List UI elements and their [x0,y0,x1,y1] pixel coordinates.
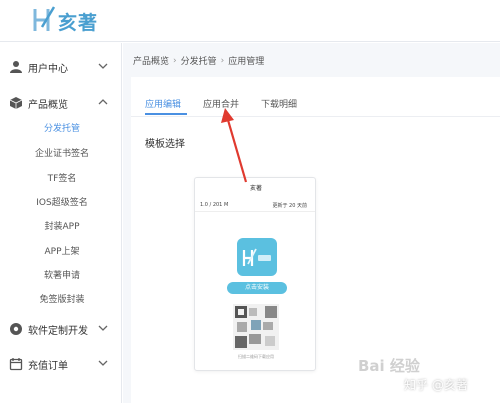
tabs-divider [131,116,500,117]
sidebar-group-label: 用户中心 [28,64,68,75]
qr-hint-text: 扫描二维码下载应用 [238,354,274,359]
breadcrumb: 产品概览 › 分发托管 › 应用管理 [133,54,265,68]
sidebar-group-label: 产品概览 [28,100,68,111]
chevron-down-icon [98,63,108,69]
chevron-up-icon [98,99,108,105]
sidebar-item-copyright[interactable]: 软著申请 [0,264,122,288]
template-preview-card[interactable]: 亥著 1.0 / 201 M 更新于 20 天前 点击安装 扫描二维码下载应用 [194,177,316,371]
sidebar-item-wrap-app[interactable]: 封装APP [0,215,122,239]
sidebar-item-app-listing[interactable]: APP上架 [0,240,122,264]
breadcrumb-item[interactable]: 产品概览 [133,54,169,67]
main-content: 产品概览 › 分发托管 › 应用管理 应用编辑 应用合并 下载明细 模板选择 亥… [123,43,500,403]
divider [195,211,315,212]
calendar-icon [9,358,23,371]
breadcrumb-item[interactable]: 分发托管 [181,54,217,67]
preview-app-title: 亥著 [249,185,262,192]
app-icon [237,238,277,276]
preview-version-size: 1.0 / 201 M [200,202,229,208]
chevron-down-icon [98,360,108,366]
tab-app-merge[interactable]: 应用合并 [203,97,239,110]
preview-updated: 更新于 20 天前 [272,203,307,209]
sidebar-group-label: 软件定制开发 [28,326,88,337]
sidebar-item-distribution[interactable]: 分发托管 [0,117,122,141]
watermark-zhihu: 知乎 @亥著 [404,378,468,392]
cube-icon [9,97,23,109]
sidebar-group-label: 充值订单 [28,361,68,372]
content-panel: 应用编辑 应用合并 下载明细 模板选择 亥著 1.0 / 201 M 更新于 2… [131,77,500,403]
chevron-right-icon: › [220,55,225,66]
section-title: 模板选择 [145,139,185,150]
sidebar: 用户中心 产品概览 分发托管 企业证书签名 TF签名 IOS超级签名 封装APP… [0,43,122,403]
tab-app-edit[interactable]: 应用编辑 [145,97,181,110]
gear-icon [10,323,22,335]
brand-name: 亥著 [58,12,99,34]
sidebar-group-recharge-orders[interactable]: 充值订单 [0,342,122,386]
sidebar-item-tf-sign[interactable]: TF签名 [0,167,122,191]
user-icon [10,61,22,73]
breadcrumb-item: 应用管理 [228,57,265,67]
install-button[interactable]: 点击安装 [227,282,287,294]
chevron-right-icon: › [173,55,177,66]
chevron-down-icon [98,325,108,331]
active-tab-indicator [145,113,187,115]
sidebar-item-enterprise-cert[interactable]: 企业证书签名 [0,142,122,166]
sidebar-item-ios-super-sign[interactable]: IOS超级签名 [0,191,122,215]
top-header: 亥著 [0,0,500,42]
tab-download-details[interactable]: 下载明细 [261,97,297,110]
brand-logo-icon [242,248,271,266]
qr-code-icon [233,304,279,350]
watermark-baidu: Bai 经验 [358,357,420,375]
